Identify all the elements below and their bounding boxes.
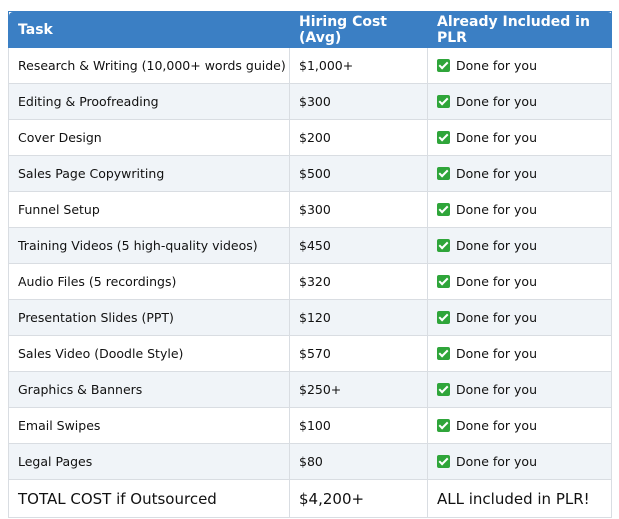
status-text: Done for you bbox=[456, 166, 537, 181]
table-row: Presentation Slides (PPT) $120 Done for … bbox=[8, 299, 612, 336]
status-text: Done for you bbox=[456, 418, 537, 433]
total-status: ALL included in PLR! bbox=[427, 479, 612, 518]
cost-cell: $300 bbox=[289, 83, 428, 120]
cost-cell: $80 bbox=[289, 443, 428, 480]
table-row: Audio Files (5 recordings) $320 Done for… bbox=[8, 263, 612, 300]
green-checkmark-icon bbox=[437, 167, 450, 180]
cost-cell: $250+ bbox=[289, 371, 428, 408]
green-checkmark-icon bbox=[437, 131, 450, 144]
cost-cell: $200 bbox=[289, 119, 428, 156]
cost-cell: $1,000+ bbox=[289, 47, 428, 84]
table-row: Training Videos (5 high-quality videos) … bbox=[8, 227, 612, 264]
status-text: Done for you bbox=[456, 310, 537, 325]
green-checkmark-icon bbox=[437, 239, 450, 252]
table-row: Email Swipes $100 Done for you bbox=[8, 407, 612, 444]
table-row: Sales Video (Doodle Style) $570 Done for… bbox=[8, 335, 612, 372]
table-row: Legal Pages $80 Done for you bbox=[8, 443, 612, 480]
header-task: Task bbox=[8, 11, 290, 48]
status-cell: Done for you bbox=[427, 371, 612, 408]
cost-cell: $120 bbox=[289, 299, 428, 336]
table-row: Sales Page Copywriting $500 Done for you bbox=[8, 155, 612, 192]
table-body: Research & Writing (10,000+ words guide)… bbox=[8, 47, 612, 518]
task-cell: Sales Page Copywriting bbox=[8, 155, 290, 192]
green-checkmark-icon bbox=[437, 347, 450, 360]
status-cell: Done for you bbox=[427, 443, 612, 480]
task-cell: Editing & Proofreading bbox=[8, 83, 290, 120]
task-cell: Funnel Setup bbox=[8, 191, 290, 228]
header-included: Already Included in PLR bbox=[427, 11, 612, 48]
task-cell: Audio Files (5 recordings) bbox=[8, 263, 290, 300]
table-row: Graphics & Banners $250+ Done for you bbox=[8, 371, 612, 408]
status-cell: Done for you bbox=[427, 227, 612, 264]
status-cell: Done for you bbox=[427, 119, 612, 156]
status-cell: Done for you bbox=[427, 299, 612, 336]
status-text: Done for you bbox=[456, 238, 537, 253]
green-checkmark-icon bbox=[437, 455, 450, 468]
status-text: Done for you bbox=[456, 382, 537, 397]
cost-cell: $100 bbox=[289, 407, 428, 444]
green-checkmark-icon bbox=[437, 203, 450, 216]
status-text: Done for you bbox=[456, 58, 537, 73]
task-cell: Sales Video (Doodle Style) bbox=[8, 335, 290, 372]
header-hiring-cost: Hiring Cost (Avg) bbox=[289, 11, 428, 48]
status-text: Done for you bbox=[456, 130, 537, 145]
status-cell: Done for you bbox=[427, 47, 612, 84]
green-checkmark-icon bbox=[437, 275, 450, 288]
cost-cell: $320 bbox=[289, 263, 428, 300]
green-checkmark-icon bbox=[437, 311, 450, 324]
table-row: Research & Writing (10,000+ words guide)… bbox=[8, 47, 612, 84]
total-cost: $4,200+ bbox=[289, 479, 428, 518]
status-cell: Done for you bbox=[427, 335, 612, 372]
status-cell: Done for you bbox=[427, 155, 612, 192]
status-text: Done for you bbox=[456, 274, 537, 289]
cost-cell: $500 bbox=[289, 155, 428, 192]
table-header: Task Hiring Cost (Avg) Already Included … bbox=[8, 11, 612, 48]
status-cell: Done for you bbox=[427, 263, 612, 300]
status-cell: Done for you bbox=[427, 83, 612, 120]
table-row: Funnel Setup $300 Done for you bbox=[8, 191, 612, 228]
header-row: Task Hiring Cost (Avg) Already Included … bbox=[8, 11, 612, 48]
task-cell: Presentation Slides (PPT) bbox=[8, 299, 290, 336]
status-text: Done for you bbox=[456, 454, 537, 469]
task-cell: Cover Design bbox=[8, 119, 290, 156]
task-cell: Training Videos (5 high-quality videos) bbox=[8, 227, 290, 264]
task-cell: Email Swipes bbox=[8, 407, 290, 444]
status-text: Done for you bbox=[456, 202, 537, 217]
cost-comparison-table: Task Hiring Cost (Avg) Already Included … bbox=[8, 11, 612, 518]
cost-cell: $450 bbox=[289, 227, 428, 264]
green-checkmark-icon bbox=[437, 419, 450, 432]
green-checkmark-icon bbox=[437, 383, 450, 396]
task-cell: Research & Writing (10,000+ words guide) bbox=[8, 47, 290, 84]
table-row: Editing & Proofreading $300 Done for you bbox=[8, 83, 612, 120]
green-checkmark-icon bbox=[437, 59, 450, 72]
table-row: Cover Design $200 Done for you bbox=[8, 119, 612, 156]
green-checkmark-icon bbox=[437, 95, 450, 108]
status-cell: Done for you bbox=[427, 191, 612, 228]
comparison-table-container: Task Hiring Cost (Avg) Already Included … bbox=[8, 11, 612, 518]
status-text: Done for you bbox=[456, 94, 537, 109]
status-cell: Done for you bbox=[427, 407, 612, 444]
total-row: TOTAL COST if Outsourced $4,200+ ALL inc… bbox=[8, 479, 612, 518]
status-text: Done for you bbox=[456, 346, 537, 361]
task-cell: Legal Pages bbox=[8, 443, 290, 480]
cost-cell: $300 bbox=[289, 191, 428, 228]
total-label: TOTAL COST if Outsourced bbox=[8, 479, 290, 518]
task-cell: Graphics & Banners bbox=[8, 371, 290, 408]
cost-cell: $570 bbox=[289, 335, 428, 372]
